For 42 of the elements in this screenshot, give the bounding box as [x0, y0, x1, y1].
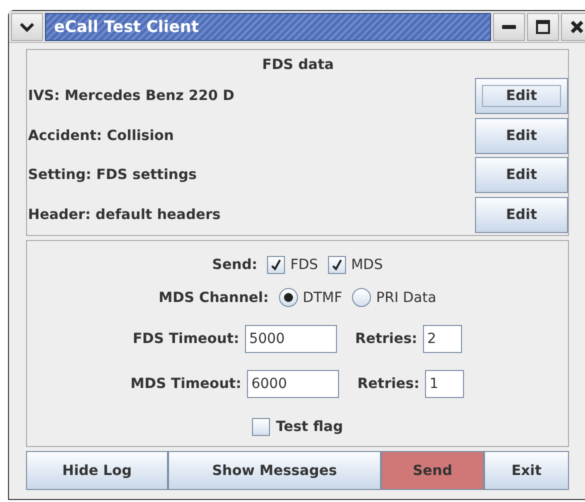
close-button[interactable] [561, 12, 585, 40]
fds-field-label: IVS: Mercedes Benz 220 D [28, 88, 234, 104]
checkbox[interactable] [267, 256, 286, 274]
minimize-icon [502, 24, 516, 30]
edit-button[interactable]: Edit [475, 157, 568, 194]
retries-label: Retries: [355, 330, 418, 347]
edit-button[interactable]: Edit [475, 197, 568, 234]
send-label: Send: [212, 257, 258, 274]
fds-field-label: Setting: FDS settings [28, 167, 197, 184]
edit-button[interactable]: Edit [475, 78, 568, 114]
close-icon [570, 20, 584, 34]
timeout-field[interactable]: 5000 [245, 324, 338, 353]
checkbox-label: FDS [290, 257, 318, 274]
timeout-field[interactable]: 6000 [247, 370, 340, 398]
minimize-button[interactable] [493, 12, 525, 40]
retries-label: Retries: [357, 376, 420, 392]
checkbox[interactable] [328, 256, 346, 274]
action-button[interactable]: Send [381, 451, 484, 490]
panel-title: FDS data [262, 56, 334, 75]
radio-label: PRI Data [376, 290, 436, 306]
checkbox[interactable] [252, 418, 270, 436]
radio-label: DTMF [302, 290, 342, 306]
edit-button[interactable]: Edit [475, 118, 568, 154]
fds-field-label: Accident: Collision [28, 128, 174, 144]
radio-button[interactable] [278, 288, 298, 308]
checkbox-label: MDS [351, 257, 383, 274]
action-button[interactable]: Exit [484, 451, 569, 490]
retries-field[interactable]: 2 [423, 324, 462, 353]
chevron-down-icon [20, 22, 34, 32]
timeout-label: MDS Timeout: [130, 376, 242, 392]
window-menu-button[interactable] [11, 12, 43, 40]
checkbox-label: Test flag [276, 418, 343, 435]
fds-field-label: Header: default headers [28, 207, 221, 224]
maximize-icon [536, 20, 550, 34]
mds-channel-label: MDS Channel: [158, 290, 269, 306]
action-button[interactable]: Show Messages [168, 451, 381, 490]
timeout-label: FDS Timeout: [132, 330, 240, 347]
window-title: eCall Test Client [54, 17, 199, 36]
action-button[interactable]: Hide Log [26, 451, 168, 490]
retries-field[interactable]: 1 [425, 370, 464, 398]
radio-button[interactable] [352, 288, 372, 308]
maximize-button[interactable] [527, 12, 559, 40]
